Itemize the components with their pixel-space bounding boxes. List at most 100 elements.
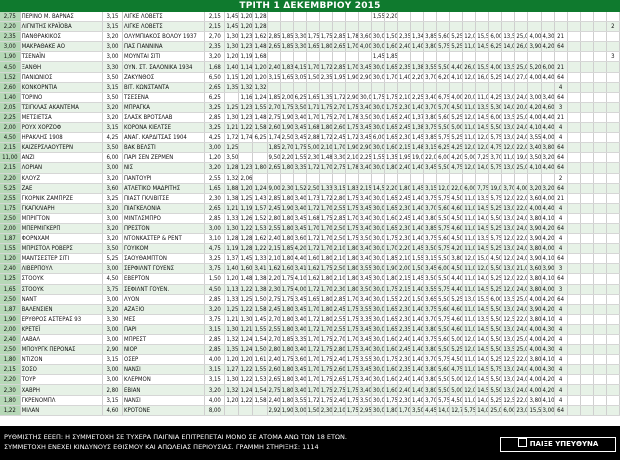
odds-cell (567, 364, 581, 376)
odds-cell: 6,25 (293, 92, 307, 103)
odds-cell: 1,23 (238, 162, 254, 174)
odds-cell: 1,20 (238, 21, 254, 33)
odds-cell: 4,20 (541, 233, 555, 245)
odds-cell: 1,30 (224, 112, 240, 124)
odds-cell: 1,65 (0, 284, 21, 295)
away-team-cell: ΛΥΟΝ (122, 294, 206, 305)
odds-cell (593, 31, 607, 43)
odds-cell (593, 374, 607, 386)
odds-cell: 1,80 (280, 395, 294, 406)
odds-cell: 3,75 (423, 193, 438, 204)
odds-cell: 3,75 (204, 263, 226, 275)
odds-cell: 1,90 (0, 314, 21, 325)
odds-cell: 1,24 (238, 344, 254, 356)
odds-cell: 1,22 (238, 374, 254, 386)
odds-cell (345, 173, 359, 184)
odds-cell: 1,80 (384, 162, 399, 174)
odds-cell: 2,10 (345, 152, 359, 164)
odds-cell: 4 (554, 334, 568, 346)
odds-cell: 3,45 (358, 203, 372, 214)
odds-cell: 1,52 (252, 213, 268, 224)
odds-cell: 5,60 (436, 334, 451, 346)
odds-cell: 1,20 (238, 354, 254, 366)
odds-table-container: 2,75 ΠΕΡΙΝΟ Μ. ΒΑΡΝΑΣ 3,15 ΛΙΓΚΕ ΛΟΒΕΤΣ 2,15… (0, 12, 620, 416)
odds-cell: 2,40 (267, 233, 281, 245)
odds-cell: 2,10 (332, 273, 346, 285)
odds-cell (567, 223, 581, 235)
odds-cell: 9,50 (267, 152, 281, 164)
odds-cell: 1,72 (306, 233, 320, 245)
odds-cell (567, 405, 581, 416)
odds-cell: 2,05 (0, 102, 21, 113)
odds-cell (358, 51, 372, 63)
odds-cell: 1,75 (319, 374, 333, 386)
odds-cell (580, 253, 594, 265)
odds-cell (606, 122, 620, 134)
odds-cell: 4,60 (102, 405, 123, 416)
odds-cell: 1,75 (345, 354, 359, 366)
odds-cell: 1,45 (224, 21, 240, 33)
odds-cell: 14,50 (475, 384, 490, 396)
home-team-cell: ΜΠΡΙΣΤΟΛ ΡΟΒΕΡΣ (20, 243, 103, 255)
odds-cell: 1,85 (267, 92, 281, 103)
table-row: 4,50 ΞΑΝΘΗ 3,30 ΟΥΝ. ΣΤ. ΣΑΛΟΝΙΚΑ 1934 1,68 1… (0, 61, 620, 73)
odds-cell: 4,10 (527, 122, 542, 134)
odds-cell: 3,40 (358, 374, 372, 386)
odds-cell: 1,70 (319, 162, 333, 174)
odds-cell: 3,15 (423, 183, 438, 194)
odds-cell: 25,00 (514, 31, 529, 43)
odds-cell: 3,45 (293, 132, 307, 144)
odds-cell: 1,70 (319, 284, 333, 295)
odds-cell: 1,75 (319, 263, 333, 275)
odds-cell: 1,70 (345, 61, 359, 73)
odds-cell: 1,80 (252, 162, 268, 174)
odds-cell (345, 51, 359, 63)
odds-cell: 24,00 (514, 213, 529, 224)
odds-cell (267, 173, 281, 184)
odds-cell: 30,00 (371, 243, 385, 255)
away-team-cell: ΣΛΑΣΚ ΒΡΟΤΣΛΑΒ (122, 112, 206, 124)
odds-cell: 2,85 (204, 213, 226, 224)
odds-cell: 5,60 (436, 31, 451, 43)
odds-cell: 3,40 (358, 253, 372, 265)
odds-cell: 1,35 (319, 92, 333, 103)
odds-cell: 1,75 (280, 273, 294, 285)
odds-cell (580, 233, 594, 245)
odds-cell: 4,00 (527, 384, 542, 396)
odds-cell (606, 102, 620, 113)
odds-cell: 3,15 (423, 142, 438, 154)
table-row: 2,40 ΛΑΒΑΛ 3,00 ΜΠΡΕΣΤ 2,85 1,32 1,24 1,54 2,70 1… (0, 334, 620, 346)
odds-cell: 1,80 (280, 364, 294, 376)
odds-cell (358, 21, 372, 33)
odds-cell (580, 102, 594, 113)
odds-cell: 12,00 (462, 31, 477, 43)
home-team-cell: ΓΚΟΡΝΙΚ ΖΑΜΠΡΖΕ (20, 193, 103, 204)
home-team-cell: ΠΑΝΙΩΝΙΟΣ (20, 72, 103, 83)
table-row: 2,00 ΡΟΥΧ ΧΟΡΖΟΦ 3,15 ΚΟΡΟΝΑ ΚΙΕΛΤΣΕ 3,25 1,2… (0, 122, 620, 134)
play-responsibly-button[interactable]: ΠΑΙΞΕ ΥΠΕΥΘΥΝΑ (500, 437, 616, 452)
home-team-cell: ΕΡΥΘΡΟΣ ΑΣΤΕΡΑΣ 93 (20, 314, 103, 325)
odds-cell: 1,20 (0, 253, 21, 265)
odds-cell: 11,00 (462, 193, 477, 204)
away-team-cell: ΤΣΕΣΕΝΑ (122, 92, 206, 103)
odds-cell: 4 (554, 364, 568, 376)
odds-cell: 3,00 (102, 213, 123, 224)
odds-cell: 2,30 (397, 354, 412, 366)
odds-cell: 1,65 (384, 203, 399, 214)
odds-cell: 3,50 (410, 405, 425, 416)
odds-cell (410, 173, 425, 184)
odds-cell: 2,10 (397, 253, 412, 265)
odds-cell: 1,80 (0, 395, 21, 406)
odds-cell: 6,25 (488, 41, 503, 53)
odds-cell: 1,25 (238, 294, 254, 305)
odds-cell: 3,25 (204, 253, 226, 265)
odds-cell: 5,60 (436, 304, 451, 315)
odds-cell: 2,50 (0, 213, 21, 224)
odds-cell: 12,00 (475, 263, 490, 275)
odds-cell: 3,20 (102, 31, 123, 43)
odds-cell: 2,70 (332, 102, 346, 113)
odds-cell: 13,50 (475, 314, 490, 325)
odds-cell (527, 82, 542, 93)
odds-cell: 2,90 (358, 72, 372, 83)
odds-cell: 4,20 (541, 223, 555, 235)
